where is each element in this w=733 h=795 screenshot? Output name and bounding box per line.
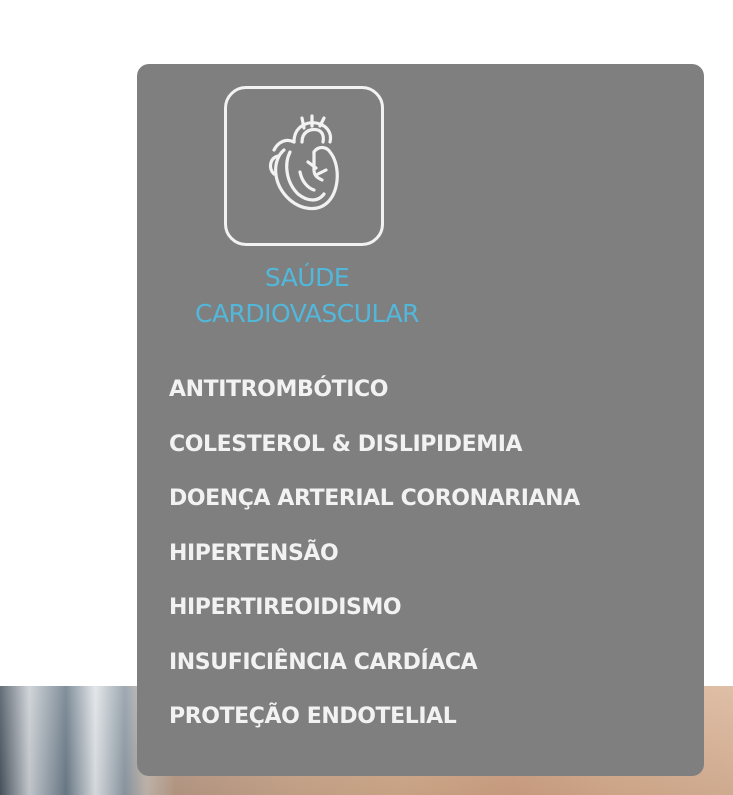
menu-item-hipertireoidismo[interactable]: HIPERTIREOIDISMO bbox=[169, 594, 580, 621]
menu-item-colesterol-dislipidemia[interactable]: COLESTEROL & DISLIPIDEMIA bbox=[169, 431, 580, 458]
menu-item-insuficiencia-cardiaca[interactable]: INSUFICIÊNCIA CARDÍACA bbox=[169, 649, 580, 676]
menu-item-protecao-endotelial[interactable]: PROTEÇÃO ENDOTELIAL bbox=[169, 703, 580, 730]
category-title[interactable]: SAÚDE CARDIOVASCULAR bbox=[167, 260, 447, 332]
dropdown-menu-panel: SAÚDE CARDIOVASCULAR ANTITROMBÓTICO COLE… bbox=[137, 64, 704, 776]
menu-item-hipertensao[interactable]: HIPERTENSÃO bbox=[169, 540, 580, 567]
category-title-line1: SAÚDE bbox=[264, 263, 350, 292]
category-title-line2: CARDIOVASCULAR bbox=[195, 299, 420, 328]
category-icon-frame[interactable] bbox=[224, 86, 384, 246]
page: SAÚDE CARDIOVASCULAR ANTITROMBÓTICO COLE… bbox=[0, 0, 733, 795]
menu-item-doenca-arterial-coronariana[interactable]: DOENÇA ARTERIAL CORONARIANA bbox=[169, 485, 580, 512]
menu-items-list: ANTITROMBÓTICO COLESTEROL & DISLIPIDEMIA… bbox=[169, 376, 580, 758]
heart-icon bbox=[268, 114, 339, 211]
menu-item-antitrombotico[interactable]: ANTITROMBÓTICO bbox=[169, 376, 580, 403]
